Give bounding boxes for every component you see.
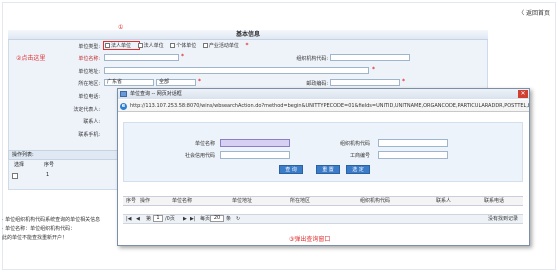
- col-seq: 序号: [44, 162, 55, 168]
- search-org-code-input[interactable]: [378, 139, 448, 147]
- org-code-field[interactable]: [330, 54, 410, 61]
- required-mark: *: [402, 78, 405, 85]
- page-prefix: 第: [146, 216, 152, 222]
- annotation-2: ②点击这里: [16, 55, 46, 62]
- unit-type-option-industry[interactable]: 产业活动单位: [202, 43, 239, 49]
- required-mark: *: [372, 66, 375, 73]
- unit-type-label: 单位类型:: [78, 44, 100, 50]
- unit-address-field[interactable]: [104, 67, 369, 74]
- refresh-icon[interactable]: ↻: [236, 215, 240, 223]
- col-select: 选择: [14, 162, 25, 168]
- note-2: · 单位名称：单位组织机构代码：: [2, 226, 76, 232]
- dialog-title: 单位查询 -- 网页对话框: [118, 89, 529, 99]
- browser-icon: e: [120, 103, 127, 110]
- checkbox-icon[interactable]: [202, 43, 208, 48]
- per-page-suffix: 条: [226, 216, 232, 222]
- required-mark: *: [181, 53, 184, 60]
- search-unit-name-label: 单位名称: [194, 141, 215, 147]
- reset-button[interactable]: 重 置: [316, 165, 340, 174]
- operation-list-bar: 操作列表:: [8, 150, 118, 160]
- page-suffix: /0页: [165, 216, 175, 222]
- checkbox-icon[interactable]: [105, 43, 110, 48]
- postcode-label: 邮政编码:: [306, 81, 328, 87]
- search-business-reg-input[interactable]: [378, 151, 448, 159]
- checkbox-icon[interactable]: [137, 43, 143, 48]
- unit-type-option-2[interactable]: 法人单位: [137, 43, 164, 49]
- unit-name-label: 单位名称:: [78, 56, 100, 62]
- annotation-3: ③弹出查询窗口: [289, 236, 331, 243]
- unit-name-field[interactable]: [104, 54, 179, 61]
- search-org-code-label: 组织机构代码: [339, 141, 370, 147]
- per-page-select[interactable]: 20: [210, 215, 224, 222]
- note-3: 此的单位不能查找重新开户！: [2, 235, 68, 241]
- next-page-icon[interactable]: ▶: [183, 215, 187, 223]
- operation-list-header: 选择 序号: [8, 160, 118, 170]
- query-button[interactable]: 查 询: [279, 165, 303, 174]
- first-page-icon[interactable]: |◀: [126, 215, 132, 223]
- unit-address-label: 单位地址:: [78, 69, 100, 75]
- row-seq: 1: [46, 172, 50, 178]
- page-number-input[interactable]: 1: [153, 215, 163, 222]
- legal-rep-label: 法定代表人:: [73, 107, 100, 113]
- province-select[interactable]: 广东省: [104, 79, 154, 86]
- th-unit-name: 单位名称: [172, 198, 193, 204]
- window-icon: [120, 91, 127, 97]
- th-contact: 联系人: [436, 198, 452, 204]
- unit-type-option-legal[interactable]: 法人单位: [105, 43, 131, 49]
- checkbox-icon[interactable]: [170, 43, 176, 48]
- close-icon[interactable]: ✕: [518, 90, 528, 98]
- per-page-prefix: 每页: [200, 216, 211, 222]
- prev-page-icon[interactable]: ◀: [136, 215, 140, 223]
- last-page-icon[interactable]: ▶|: [190, 215, 196, 223]
- th-phone: 联系电话: [484, 198, 505, 204]
- district-select[interactable]: 全部: [156, 79, 196, 86]
- no-records-text: 没有找到记录: [488, 216, 519, 222]
- contact-label: 联系人:: [83, 119, 100, 125]
- required-mark: *: [198, 78, 201, 85]
- search-business-reg-label: 工商编号: [349, 153, 370, 159]
- th-region: 所在地区: [290, 198, 311, 204]
- required-mark: *: [245, 42, 249, 49]
- unit-type-options: 法人单位 法人单位 个体单位 产业活动单位 *: [105, 42, 248, 49]
- select-button[interactable]: 选 定: [346, 165, 370, 174]
- search-credit-code-input[interactable]: [220, 151, 290, 159]
- row-checkbox[interactable]: [12, 173, 18, 179]
- th-seq: 序号: [126, 198, 137, 204]
- postcode-field[interactable]: [330, 79, 400, 86]
- th-action: 操作: [140, 198, 151, 204]
- region-label: 所在地区:: [78, 81, 100, 87]
- contact-mobile-label: 联系手机:: [78, 132, 100, 138]
- th-org-code: 组织机构代码: [360, 198, 391, 204]
- annotation-1: ①: [118, 24, 124, 31]
- unit-type-option-individual[interactable]: 个体单位: [170, 43, 196, 49]
- back-link[interactable]: 〈 返回首页: [518, 8, 550, 17]
- note-1: · 单位组织机构代码系统查询的单位相关信息: [2, 217, 101, 223]
- search-unit-name-input[interactable]: [220, 139, 290, 147]
- address-bar[interactable]: http://113.107.253.58:8070/wins/wbsearch…: [118, 100, 529, 112]
- org-code-label: 组织机构代码:: [296, 56, 328, 62]
- unit-phone-label: 单位电话:: [78, 94, 100, 100]
- th-unit-address: 单位地址: [232, 198, 253, 204]
- search-credit-code-label: 社会信用代码: [184, 153, 215, 159]
- basic-info-title: 基本信息: [8, 30, 488, 40]
